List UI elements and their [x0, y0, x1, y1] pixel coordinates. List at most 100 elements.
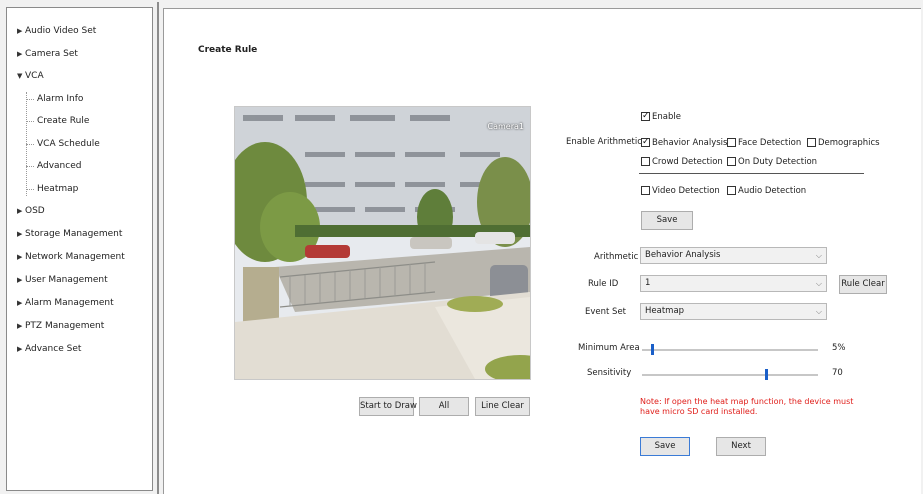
face-detection-checkbox[interactable]: Face Detection: [727, 137, 801, 149]
crowd-detection-checkbox[interactable]: Crowd Detection: [641, 156, 723, 168]
select-value: Behavior Analysis: [645, 250, 721, 260]
checkbox-label: Demographics: [818, 138, 880, 148]
nav-alarm-management[interactable]: ▶ Alarm Management: [17, 296, 114, 310]
checkbox-box: [727, 138, 736, 147]
tree-connector: [26, 121, 34, 122]
nav-audio-video-set[interactable]: ▶ Audio Video Set: [17, 24, 96, 38]
nav-alarm-info[interactable]: Alarm Info: [37, 92, 83, 106]
checkbox-box: [727, 186, 736, 195]
behavior-analysis-checkbox[interactable]: Behavior Analysis: [641, 136, 728, 149]
event-set-select[interactable]: Heatmap ⌵: [640, 303, 827, 320]
nav-advance-set[interactable]: ▶ Advance Set: [17, 342, 81, 356]
nav-vca[interactable]: ▼ VCA: [17, 69, 44, 83]
sensitivity-slider-thumb[interactable]: [765, 369, 769, 380]
checkbox-box: [641, 136, 650, 148]
select-value: Heatmap: [645, 306, 685, 316]
nav-user-management[interactable]: ▶ User Management: [17, 273, 108, 287]
nav-label: Storage Management: [25, 229, 123, 239]
tree-connector: [26, 144, 34, 145]
checkbox-box: [641, 110, 650, 122]
pane-divider[interactable]: [157, 2, 159, 494]
caret-right-icon: ▶: [17, 276, 23, 284]
enable-arithmetic-label: Enable Arithmetic: [566, 137, 642, 147]
tree-connector: [26, 99, 34, 100]
main-panel: Create Rule Camera1 Start to Draw All Li…: [163, 8, 921, 494]
checkbox-label: Face Detection: [738, 138, 802, 148]
checkbox-box: [641, 157, 650, 166]
nav-label: User Management: [25, 275, 108, 285]
nav-label: Alarm Management: [25, 298, 114, 308]
nav-osd[interactable]: ▶ OSD: [17, 204, 45, 218]
nav-vca-schedule[interactable]: VCA Schedule: [37, 137, 100, 151]
caret-right-icon: ▶: [17, 299, 23, 307]
caret-right-icon: ▶: [17, 253, 23, 261]
checkbox-box: [807, 138, 816, 147]
checkbox-label: Enable: [652, 112, 681, 122]
caret-down-icon: ▼: [17, 72, 23, 80]
nav-label: Advance Set: [25, 344, 82, 354]
caret-right-icon: ▶: [17, 230, 23, 238]
arithmetic-select[interactable]: Behavior Analysis ⌵: [640, 247, 827, 264]
next-button[interactable]: Next: [716, 437, 766, 456]
nav-network-management[interactable]: ▶ Network Management: [17, 250, 125, 264]
audio-detection-checkbox[interactable]: Audio Detection: [727, 185, 806, 197]
nav-label: PTZ Management: [25, 321, 105, 331]
on-duty-detection-checkbox[interactable]: On Duty Detection: [727, 156, 817, 168]
checkbox-label: Video Detection: [652, 186, 720, 196]
nav-label: VCA: [25, 71, 44, 81]
video-detection-checkbox[interactable]: Video Detection: [641, 185, 720, 197]
camera-scene-image: [235, 107, 530, 379]
caret-right-icon: ▶: [17, 50, 23, 58]
minimum-area-label: Minimum Area: [578, 343, 640, 353]
nav-label: OSD: [25, 206, 45, 216]
nav-label: Audio Video Set: [25, 26, 97, 36]
start-to-draw-button[interactable]: Start to Draw: [359, 397, 417, 416]
draw-all-button[interactable]: All: [419, 397, 469, 416]
nav-camera-set[interactable]: ▶ Camera Set: [17, 47, 78, 61]
nav-ptz-management[interactable]: ▶ PTZ Management: [17, 319, 104, 333]
video-preview[interactable]: Camera1: [234, 106, 531, 380]
tree-connector: [26, 189, 34, 190]
minimum-area-value: 5%: [832, 343, 846, 353]
caret-right-icon: ▶: [17, 322, 23, 330]
chevron-down-icon: ⌵: [815, 279, 822, 288]
checkbox-label: Crowd Detection: [652, 157, 723, 167]
rule-id-select[interactable]: 1 ⌵: [640, 275, 827, 292]
checkbox-box: [727, 157, 736, 166]
enable-checkbox[interactable]: Enable: [641, 110, 681, 123]
nav-advanced[interactable]: Advanced: [37, 159, 81, 173]
arithmetic-label: Arithmetic: [594, 252, 639, 262]
select-value: 1: [645, 278, 651, 288]
checkbox-box: [641, 186, 650, 195]
heatmap-note: Note: If open the heat map function, the…: [640, 397, 854, 416]
sensitivity-label: Sensitivity: [587, 368, 632, 378]
nav-label: Network Management: [25, 252, 125, 262]
event-set-label: Event Set: [585, 307, 627, 317]
sensitivity-value: 70: [832, 368, 843, 378]
separator-line: [639, 173, 864, 174]
rule-id-label: Rule ID: [588, 279, 619, 289]
minimum-area-slider-thumb[interactable]: [650, 344, 654, 355]
nav-create-rule[interactable]: Create Rule: [37, 114, 89, 128]
checkbox-label: On Duty Detection: [738, 157, 818, 167]
caret-right-icon: ▶: [17, 345, 23, 353]
minimum-area-slider-track[interactable]: [642, 349, 818, 351]
save-button[interactable]: Save: [640, 437, 690, 456]
rule-clear-button[interactable]: Rule Clear: [839, 275, 887, 294]
tree-connector: [26, 166, 34, 167]
sidebar-nav: ▶ Audio Video Set ▶ Camera Set ▼ VCA Alarm …: [6, 7, 153, 491]
caret-right-icon: ▶: [17, 27, 23, 35]
caret-right-icon: ▶: [17, 207, 23, 215]
page-title: Create Rule: [198, 45, 258, 55]
chevron-down-icon: ⌵: [815, 251, 822, 260]
checkbox-label: Behavior Analysis: [652, 138, 728, 148]
nav-storage-management[interactable]: ▶ Storage Management: [17, 227, 122, 241]
sensitivity-slider-track[interactable]: [642, 374, 818, 376]
line-clear-button[interactable]: Line Clear: [475, 397, 530, 416]
checkbox-label: Audio Detection: [738, 186, 807, 196]
chevron-down-icon: ⌵: [815, 307, 822, 316]
nav-heatmap[interactable]: Heatmap: [37, 182, 78, 196]
demographics-checkbox[interactable]: Demographics: [807, 137, 880, 149]
save-arithmetic-button[interactable]: Save: [641, 211, 693, 230]
camera-label: Camera1: [487, 122, 524, 131]
